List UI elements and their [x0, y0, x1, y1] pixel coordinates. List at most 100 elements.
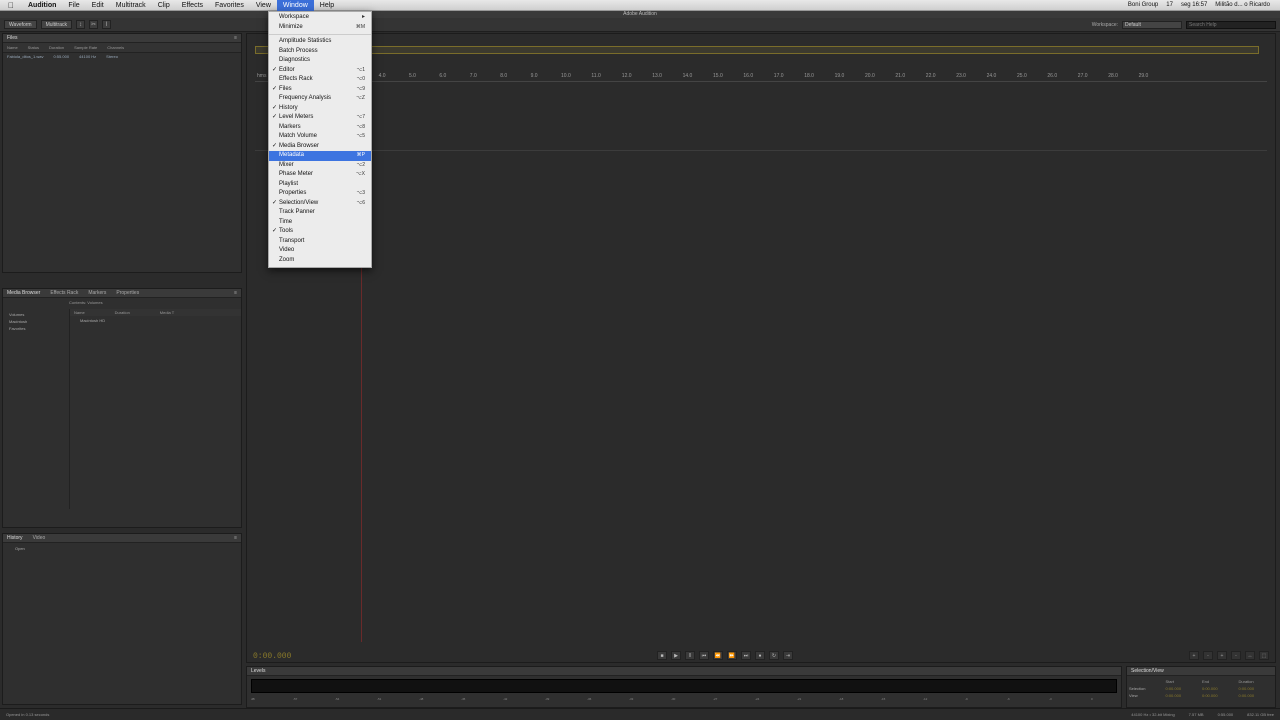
- menu-item-minimize[interactable]: Minimize ⌘M: [269, 23, 371, 33]
- workspace-select[interactable]: Default: [1122, 20, 1182, 29]
- menu-item-label: Markers: [279, 123, 301, 130]
- waveform-button[interactable]: Waveform: [4, 20, 37, 29]
- apple-icon[interactable]: : [0, 1, 22, 10]
- tree-item-volumes[interactable]: Volumes: [5, 311, 65, 318]
- view-end-field[interactable]: 0:00.000: [1202, 693, 1239, 698]
- menu-item-level-meters[interactable]: ✓ Level Meters ⌥7: [269, 113, 371, 123]
- menu-effects[interactable]: Effects: [176, 0, 209, 11]
- column-header[interactable]: Duration: [115, 310, 130, 315]
- column-header[interactable]: Sample Rate: [74, 45, 97, 50]
- menubar-clock[interactable]: seg 16:57: [1181, 2, 1207, 8]
- selection-end-field[interactable]: 0:00.000: [1202, 686, 1239, 691]
- view-start-field[interactable]: 0:00.000: [1166, 693, 1203, 698]
- loop-button[interactable]: ↻: [769, 651, 779, 660]
- menu-item-phase-meter[interactable]: Phase Meter ⌥X: [269, 170, 371, 180]
- tab-effects-rack[interactable]: Effects Rack: [50, 289, 78, 297]
- tab-selection-view[interactable]: Selection/View: [1131, 667, 1164, 675]
- menu-item-history[interactable]: ✓ History: [269, 104, 371, 114]
- menu-item-markers[interactable]: Markers ⌥8: [269, 123, 371, 133]
- record-button[interactable]: ●: [755, 651, 765, 660]
- panel-menu-icon[interactable]: ≡: [234, 534, 241, 542]
- razor-tool-icon[interactable]: ✂: [89, 20, 99, 29]
- menu-item-zoom[interactable]: Zoom: [269, 256, 371, 266]
- time-ruler[interactable]: hms1.02.03.04.05.06.07.08.09.010.011.012…: [255, 72, 1267, 82]
- zoom-out-time-icon[interactable]: -: [1231, 651, 1241, 660]
- column-header[interactable]: Name: [7, 45, 18, 50]
- play-button[interactable]: ▶: [671, 651, 681, 660]
- zoom-in-amplitude-icon[interactable]: +: [1189, 651, 1199, 660]
- column-header[interactable]: Media T: [160, 310, 174, 315]
- skip-button[interactable]: ⇥: [783, 651, 793, 660]
- selection-duration-field[interactable]: 0:00.000: [1239, 686, 1276, 691]
- menu-window[interactable]: Window: [276, 0, 314, 11]
- menu-app[interactable]: Audition: [22, 0, 62, 11]
- menu-help[interactable]: Help: [314, 0, 340, 11]
- tree-item-favorites[interactable]: Favorites: [5, 325, 65, 332]
- menu-item-effects-rack[interactable]: Effects Rack ⌥0: [269, 75, 371, 85]
- menu-item-workspace[interactable]: Workspace ▸: [269, 13, 371, 23]
- menu-file[interactable]: File: [62, 0, 85, 11]
- menu-item-diagnostics[interactable]: Diagnostics: [269, 56, 371, 66]
- tab-properties[interactable]: Properties: [116, 289, 139, 297]
- menu-item-editor[interactable]: ✓ Editor ⌥1: [269, 66, 371, 76]
- stop-button[interactable]: ■: [657, 651, 667, 660]
- menu-item-match-volume[interactable]: Match Volume ⌥5: [269, 132, 371, 142]
- menu-clip[interactable]: Clip: [152, 0, 176, 11]
- multitrack-button[interactable]: Multitrack: [40, 20, 73, 29]
- zoom-out-amplitude-icon[interactable]: -: [1203, 651, 1213, 660]
- menu-item-frequency-analysis[interactable]: Frequency Analysis ⌥Z: [269, 94, 371, 104]
- menu-item-transport[interactable]: Transport: [269, 237, 371, 247]
- zoom-out-full-icon[interactable]: ↔: [1245, 651, 1255, 660]
- menu-edit[interactable]: Edit: [86, 0, 110, 11]
- panel-menu-icon[interactable]: ≡: [234, 34, 241, 42]
- menu-item-files[interactable]: ✓ Files ⌥9: [269, 85, 371, 95]
- time-selection-tool-icon[interactable]: I: [102, 20, 112, 29]
- menu-item-media-browser[interactable]: ✓ Media Browser: [269, 142, 371, 152]
- rewind-button[interactable]: ⏪: [713, 651, 723, 660]
- column-header[interactable]: Duration: [49, 45, 64, 50]
- go-to-start-button[interactable]: ⏮: [699, 651, 709, 660]
- file-row[interactable]: Fabiola_ditos_1.wav 0:55.000 44100 Hz St…: [3, 53, 241, 60]
- menu-item-video[interactable]: Video: [269, 246, 371, 256]
- menu-item-track-panner[interactable]: Track Panner: [269, 208, 371, 218]
- fast-forward-button[interactable]: ⏩: [727, 651, 737, 660]
- panel-menu-icon[interactable]: ≡: [234, 289, 241, 297]
- zoom-selection-icon[interactable]: ⬚: [1259, 651, 1269, 660]
- zoom-in-time-icon[interactable]: +: [1217, 651, 1227, 660]
- menu-item-amplitude-statistics[interactable]: Amplitude Statistics: [269, 37, 371, 47]
- menu-item-mixer[interactable]: Mixer ⌥2: [269, 161, 371, 171]
- menu-item-time[interactable]: Time: [269, 218, 371, 228]
- view-duration-field[interactable]: 0:00.000: [1239, 693, 1276, 698]
- move-tool-icon[interactable]: ↕: [76, 20, 86, 29]
- menu-item-selection-view[interactable]: ✓ Selection/View ⌥6: [269, 199, 371, 209]
- tree-item-macintosh[interactable]: Macintosh: [5, 318, 65, 325]
- menu-item-batch-process[interactable]: Batch Process: [269, 47, 371, 57]
- menu-item-properties[interactable]: Properties ⌥3: [269, 189, 371, 199]
- tab-media-browser[interactable]: Media Browser: [7, 289, 40, 297]
- column-header[interactable]: Status: [28, 45, 39, 50]
- menu-item-playlist[interactable]: Playlist: [269, 180, 371, 190]
- tab-video[interactable]: Video: [33, 534, 46, 542]
- menu-item-metadata[interactable]: Metadata ⌘P: [269, 151, 371, 161]
- menubar-status-item[interactable]: Boni Group: [1128, 2, 1158, 8]
- tab-files[interactable]: Files: [7, 34, 18, 42]
- selection-start-field[interactable]: 0:00.000: [1166, 686, 1203, 691]
- history-item[interactable]: Open: [3, 543, 241, 554]
- list-item[interactable]: Macintosh HD: [70, 316, 241, 325]
- menu-view[interactable]: View: [250, 0, 277, 11]
- column-header[interactable]: Name: [74, 310, 85, 315]
- tab-levels[interactable]: Levels: [251, 667, 265, 675]
- menu-multitrack[interactable]: Multitrack: [110, 0, 152, 11]
- menu-item-tools[interactable]: ✓ Tools: [269, 227, 371, 237]
- column-header[interactable]: Channels: [107, 45, 124, 50]
- go-to-end-button[interactable]: ⏭: [741, 651, 751, 660]
- menu-favorites[interactable]: Favorites: [209, 0, 250, 11]
- tab-history[interactable]: History: [7, 534, 23, 542]
- tab-markers[interactable]: Markers: [88, 289, 106, 297]
- overview-bar[interactable]: [255, 46, 1259, 54]
- menubar-status-item[interactable]: 17: [1166, 2, 1173, 8]
- contents-select[interactable]: Volumes: [87, 300, 102, 305]
- pause-button[interactable]: ‖: [685, 651, 695, 660]
- search-help-input[interactable]: Search Help: [1186, 20, 1276, 29]
- menubar-user[interactable]: Militão d... o Ricardo: [1215, 2, 1270, 8]
